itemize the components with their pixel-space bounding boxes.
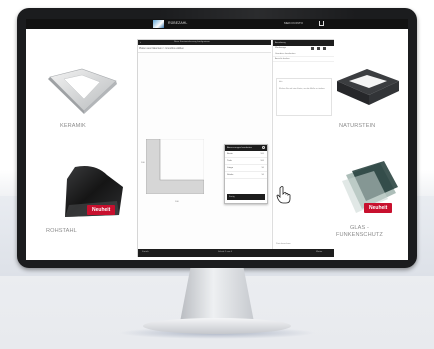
panel-toolbar-label: Werkzeuge	[275, 47, 287, 49]
dimension-width: 100	[175, 201, 179, 203]
popup-row[interactable]: Länge 50	[225, 165, 267, 172]
screen: RÜBEZAHL MEIN KONTO KERAMIK Neuheit ROHS…	[26, 19, 408, 260]
popup-row[interactable]: Tiefe 100	[225, 158, 267, 165]
product-naturstein[interactable]: NATURSTEIN	[328, 63, 406, 133]
tool-icon[interactable]	[317, 47, 320, 50]
account-link[interactable]: MEIN KONTO	[284, 21, 303, 25]
badge-new-glas: Neuheit	[364, 203, 393, 213]
popup-row[interactable]: Stärke 50	[225, 172, 267, 179]
popup-row-value[interactable]: 50	[262, 167, 264, 169]
label-naturstein: NATURSTEIN	[339, 123, 376, 129]
product-glas[interactable]: Neuheit GLAS - FUNKENSCHUTZ	[326, 159, 408, 254]
app-bottombar: Zurück Schritt 2 von 4 Weiter	[138, 249, 334, 257]
popup-row-value[interactable]: 100	[260, 153, 264, 155]
popup-row-value[interactable]: 50	[262, 174, 264, 176]
panel-info-box: Info Klicken Sie auf eine Kante, um die …	[276, 78, 332, 116]
monitor: RÜBEZAHL MEIN KONTO KERAMIK Neuheit ROHS…	[17, 8, 417, 268]
panel-option[interactable]: Ansicht drehen	[273, 57, 334, 62]
back-icon[interactable]: ‹	[140, 40, 141, 44]
next-button[interactable]: Weiter	[316, 251, 322, 253]
tool-icon[interactable]	[323, 47, 326, 50]
site-title[interactable]: RÜBEZAHL	[168, 21, 187, 25]
popup-row[interactable]: Breite 100	[225, 151, 267, 158]
popup-title: Abmessungen bearbeiten	[227, 146, 252, 149]
back-button[interactable]: Zurück	[142, 251, 149, 253]
properties-panel: Anordnung Werkzeuge Grundriss bearbeiten…	[272, 40, 334, 249]
product-rohstahl[interactable]: Neuheit ROHSTAHL	[40, 161, 140, 241]
panel-toolbar: Werkzeuge	[273, 46, 334, 52]
product-keramik[interactable]: KERAMIK	[38, 67, 122, 131]
site-logo[interactable]	[153, 20, 164, 28]
step-indicator: Schritt 2 von 4	[218, 251, 232, 253]
ceramic-frame-image	[48, 68, 117, 114]
label-glas: GLAS - FUNKENSCHUTZ	[336, 225, 383, 238]
app-topbar-title: Neue Kamineinfassung konfigurieren	[174, 41, 210, 43]
monitor-stand-neck	[180, 268, 254, 322]
tool-icon[interactable]	[311, 47, 314, 50]
gear-icon[interactable]	[262, 146, 265, 149]
app-topbar: ‹ Neue Kamineinfassung konfigurieren	[138, 40, 271, 45]
popup-row-label: Länge	[227, 167, 234, 169]
site-header: RÜBEZAHL MEIN KONTO	[26, 19, 408, 29]
info-text: Klicken Sie auf eine Kante, um die Maße …	[279, 88, 326, 90]
configurator-window: ‹ Neue Kamineinfassung konfigurieren Pla…	[137, 39, 334, 257]
monitor-stand-base	[143, 318, 291, 334]
stone-frame-image	[337, 69, 399, 105]
cart-icon[interactable]	[319, 21, 324, 26]
stage: RÜBEZAHL MEIN KONTO KERAMIK Neuheit ROHS…	[0, 0, 434, 349]
popup-row-label: Tiefe	[227, 160, 232, 162]
breadcrumb: Platten aus Naturstein > Grundriss wähle…	[139, 47, 184, 50]
dimension-height: 100	[141, 162, 145, 164]
popup-row-label: Breite	[227, 153, 233, 155]
label-rohstahl: ROHSTAHL	[46, 228, 77, 234]
design-canvas[interactable]: 100 100 Abmessungen bearbeiten Breite 10…	[138, 53, 271, 249]
popup-row-label: Stärke	[227, 174, 234, 176]
panel-footer-text[interactable]: Preis berechnen	[276, 243, 291, 245]
hand-cursor-icon	[276, 186, 291, 204]
info-title: Info	[279, 81, 283, 83]
label-keramik: KERAMIK	[60, 123, 86, 129]
popup-row-value[interactable]: 100	[260, 160, 264, 162]
popup-confirm-button[interactable]: Fertig	[227, 194, 265, 200]
dimension-popup: Abmessungen bearbeiten Breite 100 Tiefe …	[224, 144, 268, 204]
l-shape-plate[interactable]	[146, 139, 204, 194]
badge-new-rohstahl: Neuheit	[87, 205, 116, 215]
